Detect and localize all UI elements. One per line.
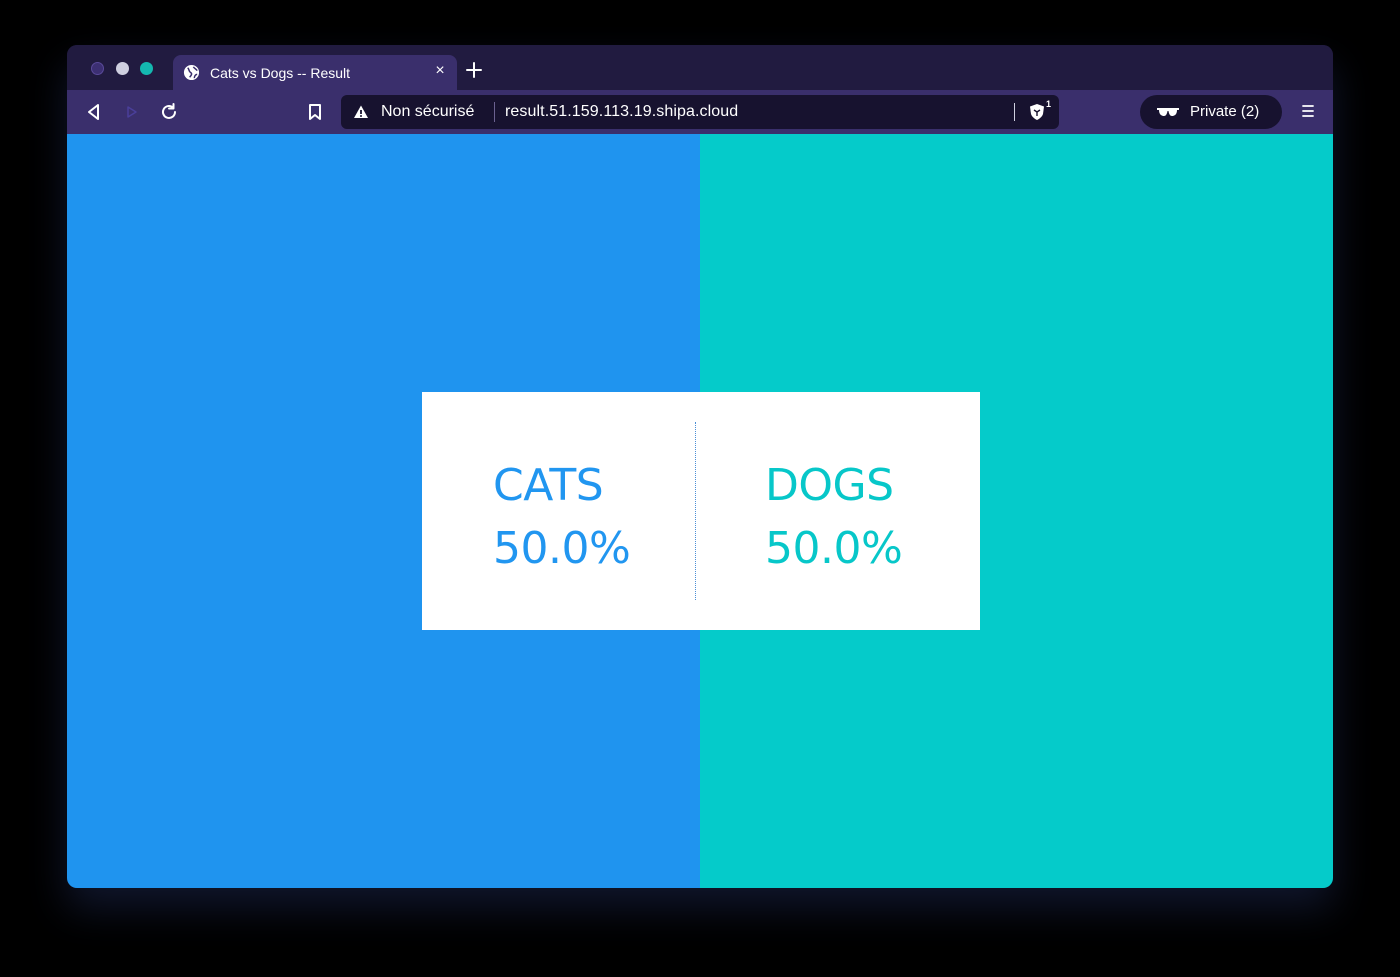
minimize-window-button[interactable]: [116, 62, 129, 75]
toolbar: Non sécurisé result.51.159.113.19.shipa.…: [67, 90, 1333, 134]
url-text[interactable]: result.51.159.113.19.shipa.cloud: [505, 103, 738, 121]
page-content: CATS 50.0% DOGS 50.0%: [67, 134, 1333, 888]
cats-label: CATS: [493, 460, 604, 511]
maximize-window-button[interactable]: [140, 62, 153, 75]
private-label: Private (2): [1190, 103, 1260, 120]
cats-result: CATS 50.0%: [493, 454, 631, 580]
reload-icon[interactable]: [158, 101, 180, 123]
private-window-indicator[interactable]: Private (2): [1140, 95, 1282, 129]
tab-title: Cats vs Dogs -- Result: [210, 65, 351, 81]
close-window-button[interactable]: [91, 62, 104, 75]
private-glasses-icon: [1157, 108, 1179, 116]
cats-percent: 50.0%: [493, 523, 631, 574]
address-bar[interactable]: Non sécurisé result.51.159.113.19.shipa.…: [341, 95, 1059, 129]
tab-close-button[interactable]: ×: [431, 62, 449, 80]
security-status[interactable]: Non sécurisé: [381, 103, 474, 121]
browser-window: Cats vs Dogs -- Result × Non sécurisé re…: [67, 45, 1333, 888]
result-divider: [695, 422, 696, 600]
brave-shield-icon[interactable]: [1028, 103, 1046, 121]
url-separator: [494, 102, 495, 122]
dogs-label: DOGS: [765, 460, 894, 511]
globe-icon: [183, 64, 200, 81]
warning-icon: [354, 105, 368, 118]
result-card: CATS 50.0% DOGS 50.0%: [422, 392, 980, 630]
back-icon[interactable]: [83, 101, 105, 123]
tab-strip: Cats vs Dogs -- Result ×: [67, 45, 1333, 90]
bookmark-icon[interactable]: [304, 101, 326, 123]
forward-icon[interactable]: [121, 101, 143, 123]
new-tab-button[interactable]: [465, 61, 483, 79]
url-separator: [1014, 103, 1015, 121]
menu-icon[interactable]: [1299, 102, 1317, 120]
tab-result[interactable]: Cats vs Dogs -- Result ×: [173, 55, 457, 90]
dogs-result: DOGS 50.0%: [765, 454, 903, 580]
dogs-percent: 50.0%: [765, 523, 903, 574]
shield-count-badge: 1: [1046, 99, 1052, 109]
